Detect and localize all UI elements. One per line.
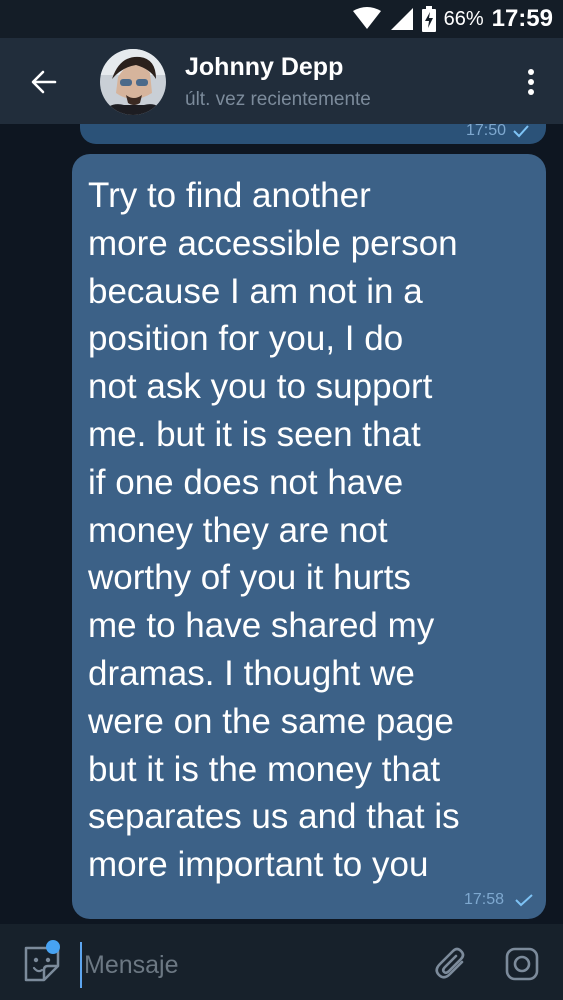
message-meta: 17:58 [464, 891, 534, 909]
message-text: Try to find another more accessible pers… [88, 172, 536, 889]
contact-last-seen: últ. vez recientemente [185, 89, 371, 110]
message-line: more accessible person [88, 223, 458, 263]
contact-name[interactable]: Johnny Depp [185, 53, 343, 82]
outgoing-message-bubble[interactable]: Try to find another more accessible pers… [72, 154, 546, 919]
message-line: were on the same page [88, 701, 454, 741]
message-line: not ask you to support [88, 367, 433, 407]
new-sticker-dot [46, 940, 60, 954]
chat-header: Johnny Depp últ. vez recientemente [0, 38, 563, 124]
message-input[interactable] [80, 942, 406, 988]
sticker-button[interactable] [20, 940, 64, 986]
message-line: but it is the money that [88, 749, 441, 789]
signal-icon [390, 8, 413, 30]
wifi-icon [352, 7, 381, 29]
message-time: 17:50 [465, 124, 506, 139]
message-time: 17:58 [463, 891, 504, 908]
message-line: worthy of you it hurts [88, 558, 411, 598]
message-line: because I am not in a [88, 271, 423, 311]
message-line: dramas. I thought we [88, 653, 415, 693]
paperclip-icon [435, 947, 465, 979]
previous-message-bubble[interactable]: 17:50 [80, 124, 546, 144]
back-button[interactable] [22, 60, 66, 104]
battery-charging-icon [421, 6, 436, 32]
message-line: me to have shared my [88, 606, 435, 646]
camera-icon [505, 947, 539, 981]
message-line: more important to you [88, 845, 429, 885]
message-list[interactable]: 17:50 Try to find another more accessibl… [0, 124, 563, 924]
check-icon [513, 125, 529, 138]
more-vertical-icon [528, 69, 534, 95]
profile-photo [100, 49, 166, 115]
battery-level: 66% [443, 7, 484, 30]
avatar[interactable] [100, 49, 166, 115]
check-icon [515, 894, 533, 907]
status-bar: 66% 17:59 [0, 0, 563, 38]
status-indicators: 66% 17:59 [352, 4, 553, 34]
message-composer [0, 924, 563, 1000]
more-options-button[interactable] [519, 60, 543, 104]
message-line: position for you, I do [88, 319, 404, 359]
message-line: if one does not have [88, 462, 404, 502]
arrow-left-icon [31, 70, 57, 94]
previous-message-meta: 17:50 [466, 124, 530, 140]
message-line: money they are not [88, 510, 388, 550]
message-line: Try to find another [88, 176, 371, 215]
camera-button[interactable] [500, 942, 544, 986]
attach-button[interactable] [430, 942, 474, 986]
message-line: me. but it is seen that [88, 414, 421, 454]
clock: 17:59 [491, 5, 553, 32]
message-line: separates us and that is [88, 797, 460, 837]
